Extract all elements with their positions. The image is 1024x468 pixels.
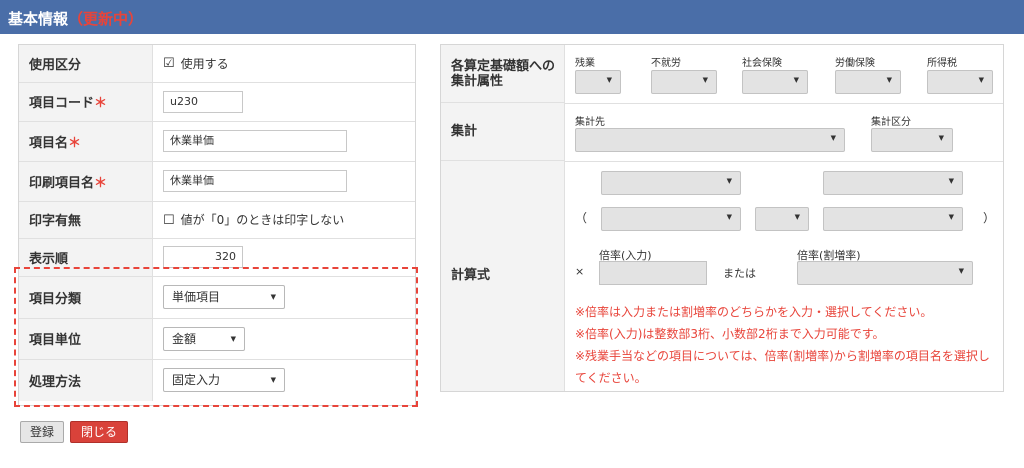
name-label: 項目名＊ — [19, 121, 153, 162]
required-mark: ＊ — [68, 135, 82, 151]
times-sign: × — [575, 265, 585, 278]
print-name-cell: 休業単価 — [152, 161, 415, 202]
usage-cell: ☑ 使用する — [152, 45, 415, 83]
aggregate-dest-label: 集計先 — [575, 117, 605, 128]
required-mark: ＊ — [94, 175, 108, 191]
chevron-down-icon: ▼ — [726, 177, 732, 185]
print-flag-checkbox-label: 値が「0」のときは印字しない — [180, 213, 345, 227]
rate-markup-select[interactable]: ▼ — [797, 261, 973, 285]
section-title: 基本情報（更新中） — [8, 8, 143, 29]
row-usage: 使用区分 ☑ 使用する — [19, 45, 415, 83]
usage-checkbox-label: 使用する — [180, 56, 229, 71]
chevron-down-icon: ▼ — [793, 76, 799, 84]
attr-col-absence: 不就労 — [651, 58, 681, 69]
attr-col-income-tax: 所得税 — [927, 58, 957, 69]
row-print-flag: 印字有無 ☐ 値が「0」のときは印字しない — [19, 201, 415, 239]
print-flag-cell: ☐ 値が「0」のときは印字しない — [152, 201, 415, 239]
formula-open-paren: （ — [575, 211, 588, 225]
section-header: 基本情報（更新中） — [0, 0, 1024, 34]
usage-label: 使用区分 — [19, 45, 153, 83]
attr-select-absence[interactable]: ▼ — [651, 70, 717, 94]
formula-select-3[interactable]: ▼ — [601, 207, 741, 231]
name-label-text: 項目名 — [29, 135, 69, 151]
highlight-dashed-box — [14, 267, 418, 407]
order-input[interactable]: 320 — [163, 246, 243, 268]
row-code: 項目コード＊ u230 — [19, 82, 415, 122]
chevron-down-icon: ▼ — [726, 213, 732, 221]
attr-col-overtime: 残業 — [575, 58, 595, 69]
chevron-down-icon: ▼ — [938, 134, 944, 142]
formula-note-1: ※倍率は入力または割増率のどちらかを入力・選択してください。 — [575, 305, 933, 319]
usage-checkbox[interactable]: ☑ — [163, 57, 175, 70]
print-flag-label: 印字有無 — [19, 201, 153, 239]
attr-select-social-insurance[interactable]: ▼ — [742, 70, 808, 94]
chevron-down-icon: ▼ — [948, 177, 954, 185]
attr-col-labor-insurance: 労働保険 — [835, 58, 875, 69]
code-label: 項目コード＊ — [19, 82, 153, 122]
formula-close-paren: ） — [983, 211, 996, 225]
name-cell: 休業単価 — [152, 121, 415, 162]
update-status-text: （更新中） — [68, 10, 144, 28]
formula-note-2: ※倍率(入力)は整数部3桁、小数部2桁まで入力可能です。 — [575, 327, 885, 341]
chevron-down-icon: ▼ — [948, 213, 954, 221]
chevron-down-icon: ▼ — [606, 76, 612, 84]
name-input[interactable]: 休業単価 — [163, 130, 347, 152]
right-form-panel: 各算定基礎額への集計属性 残業 不就労 社会保険 労働保険 所得税 ▼ ▼ ▼ … — [440, 44, 1004, 392]
section-title-text: 基本情報 — [8, 10, 69, 28]
aggregate-cat-label: 集計区分 — [871, 117, 911, 128]
attr-select-income-tax[interactable]: ▼ — [927, 70, 993, 94]
row-name: 項目名＊ 休業単価 — [19, 121, 415, 162]
required-mark: ＊ — [94, 96, 108, 111]
attr-row: 残業 不就労 社会保険 労働保険 所得税 ▼ ▼ ▼ ▼ ▼ — [565, 45, 1003, 104]
attr-label: 各算定基礎額への集計属性 — [441, 45, 565, 103]
print-name-label-text: 印刷項目名 — [29, 175, 95, 191]
chevron-down-icon: ▼ — [702, 76, 708, 84]
print-flag-checkbox[interactable]: ☐ — [163, 214, 175, 227]
formula-label: 計算式 — [441, 161, 565, 391]
print-name-input[interactable]: 休業単価 — [163, 170, 347, 192]
row-print-name: 印刷項目名＊ 休業単価 — [19, 161, 415, 202]
chevron-down-icon: ▼ — [794, 213, 800, 221]
aggregate-row: 集計先 集計区分 ▼ ▼ — [565, 103, 1003, 162]
code-label-text: 項目コード — [29, 96, 95, 111]
attr-select-overtime[interactable]: ▼ — [575, 70, 621, 94]
chevron-down-icon: ▼ — [830, 134, 836, 142]
aggregate-label: 集計 — [441, 103, 565, 161]
or-text: または — [723, 267, 756, 280]
aggregate-dest-select[interactable]: ▼ — [575, 128, 845, 152]
chevron-down-icon: ▼ — [958, 267, 964, 275]
rate-input-field[interactable] — [599, 261, 707, 285]
formula-row: ▼ ▼ （ ▼ ▼ ▼ ） 倍率(入力) 倍率(割増率) × または ▼ ※倍率… — [565, 161, 1003, 391]
formula-select-1[interactable]: ▼ — [601, 171, 741, 195]
formula-note-3: ※残業手当などの項目については、倍率(割増率)から割増率の項目名を選択してくださ… — [575, 349, 990, 385]
close-button[interactable]: 閉じる — [70, 421, 128, 443]
aggregate-cat-select[interactable]: ▼ — [871, 128, 953, 152]
formula-select-2[interactable]: ▼ — [823, 171, 963, 195]
formula-operator-select[interactable]: ▼ — [755, 207, 809, 231]
chevron-down-icon: ▼ — [886, 76, 892, 84]
print-name-label: 印刷項目名＊ — [19, 161, 153, 202]
code-cell: u230 — [152, 82, 415, 122]
chevron-down-icon: ▼ — [978, 76, 984, 84]
attr-col-social-insurance: 社会保険 — [742, 58, 782, 69]
formula-select-4[interactable]: ▼ — [823, 207, 963, 231]
code-input[interactable]: u230 — [163, 90, 243, 113]
attr-select-labor-insurance[interactable]: ▼ — [835, 70, 901, 94]
register-button[interactable]: 登録 — [20, 421, 64, 443]
